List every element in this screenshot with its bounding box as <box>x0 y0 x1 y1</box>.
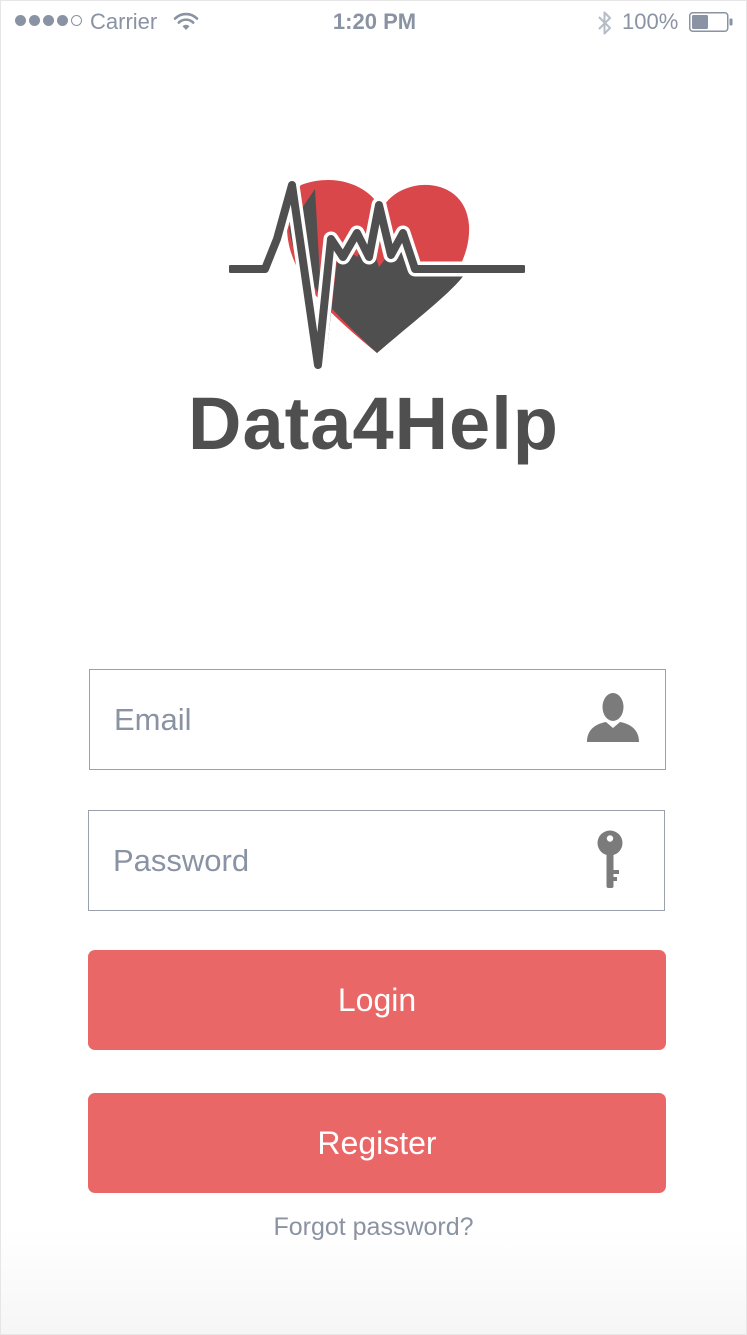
login-button[interactable]: Login <box>88 950 666 1050</box>
app-screen: Carrier 1:20 PM 100% Data4Help Email Log… <box>0 0 747 1335</box>
password-field[interactable] <box>88 810 665 911</box>
email-input[interactable] <box>114 670 554 769</box>
user-icon <box>587 693 639 742</box>
bluetooth-icon <box>598 11 611 35</box>
battery-percentage: 100% <box>622 9 679 34</box>
password-input[interactable] <box>113 811 553 910</box>
heartbeat-logo-icon <box>229 177 525 373</box>
email-field[interactable] <box>89 669 666 770</box>
status-bar: Carrier 1:20 PM 100% <box>1 1 747 43</box>
app-name: Data4Help <box>188 382 559 465</box>
forgot-password-link[interactable]: Forgot password? <box>1 1213 746 1242</box>
battery-icon <box>689 12 733 32</box>
key-icon <box>597 830 623 888</box>
register-button[interactable]: Register <box>88 1093 666 1193</box>
